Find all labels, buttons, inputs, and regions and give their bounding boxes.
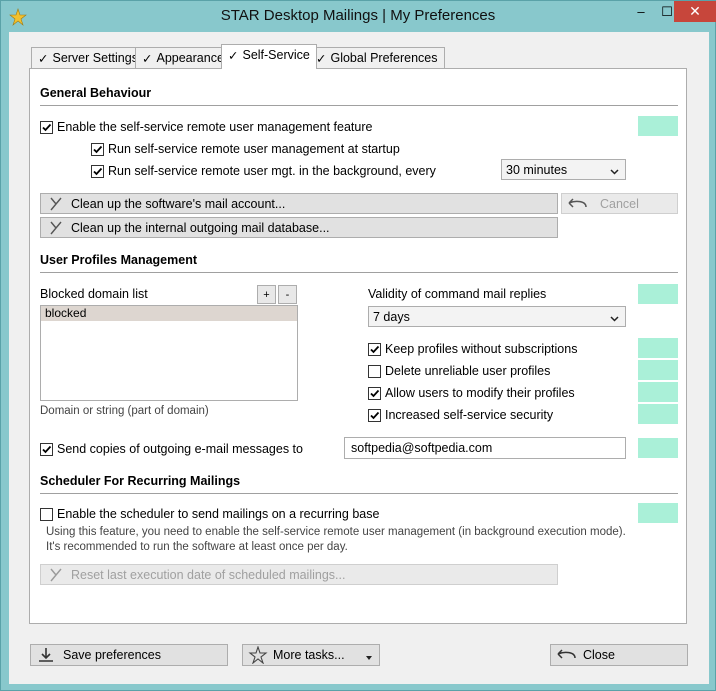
allow-modify-row[interactable]: Allow users to modify their profiles — [368, 386, 575, 400]
tab-server-settings[interactable]: ✓ Server Settings — [31, 47, 145, 68]
cancel-label: Cancel — [600, 196, 639, 211]
increased-security-checkbox[interactable] — [368, 408, 381, 422]
enable-self-service-row[interactable]: Enable the self-service remote user mana… — [40, 120, 372, 134]
run-startup-label: Run self-service remote user management … — [108, 142, 400, 156]
app-window: STAR Desktop Mailings | My Preferences –… — [0, 0, 716, 691]
run-startup-checkbox[interactable] — [91, 142, 104, 156]
chevron-down-icon — [610, 165, 619, 179]
list-item[interactable]: blocked — [41, 306, 297, 321]
scheduler-note: Using this feature, you need to enable t… — [46, 525, 646, 555]
cleanup-mail-account-label: Clean up the software's mail account... — [71, 196, 286, 211]
keep-profiles-checkbox[interactable] — [368, 342, 381, 356]
run-background-row[interactable]: Run self-service remote user mgt. in the… — [91, 164, 436, 178]
scheduler-heading: Scheduler For Recurring Mailings — [40, 474, 241, 488]
close-window-button[interactable]: ✕ — [674, 1, 716, 22]
more-tasks-label: More tasks... — [273, 648, 345, 662]
color-swatch[interactable] — [638, 438, 678, 458]
divider — [40, 105, 678, 106]
check-mark-icon: ✓ — [228, 49, 239, 63]
color-swatch[interactable] — [638, 382, 678, 402]
send-copies-email-field[interactable]: softpedia@softpedia.com — [344, 437, 626, 459]
general-behaviour-heading: General Behaviour — [40, 86, 152, 100]
cleanup-database-label: Clean up the internal outgoing mail data… — [71, 220, 330, 235]
color-swatch[interactable] — [638, 338, 678, 358]
divider — [40, 493, 678, 494]
increased-security-label: Increased self-service security — [385, 408, 554, 422]
delete-profiles-row[interactable]: Delete unreliable user profiles — [368, 364, 550, 378]
minimize-button[interactable]: – — [627, 1, 655, 22]
stars-icon — [247, 646, 269, 664]
validity-label: Validity of command mail replies — [368, 287, 547, 301]
reset-execution-date-label: Reset last execution date of scheduled m… — [71, 567, 346, 582]
delete-profiles-label: Delete unreliable user profiles — [385, 364, 551, 378]
color-swatch[interactable] — [638, 404, 678, 424]
scheduler-note-line: It's recommended to run the software at … — [46, 541, 348, 553]
blocked-domain-label: Blocked domain list — [40, 287, 148, 301]
check-mark-icon: ✓ — [142, 52, 153, 66]
save-download-icon — [35, 646, 57, 664]
chevron-down-icon — [610, 312, 619, 326]
keep-profiles-label: Keep profiles without subscriptions — [385, 342, 578, 356]
delete-profiles-checkbox[interactable] — [368, 364, 381, 378]
interval-select[interactable]: 30 minutes — [501, 159, 626, 180]
enable-scheduler-row[interactable]: Enable the scheduler to send mailings on… — [40, 507, 379, 521]
more-tasks-button[interactable]: More tasks... — [242, 644, 380, 666]
close-button[interactable]: Close — [550, 644, 688, 666]
tab-label: Global Preferences — [330, 51, 438, 65]
run-background-label: Run self-service remote user mgt. in the… — [108, 164, 436, 178]
tab-appearance[interactable]: ✓ Appearance — [135, 47, 231, 68]
self-service-panel: General Behaviour Enable the self-servic… — [29, 68, 687, 624]
profiles-heading: User Profiles Management — [40, 253, 197, 267]
run-startup-row[interactable]: Run self-service remote user management … — [91, 142, 400, 156]
interval-value: 30 minutes — [506, 162, 568, 177]
broom-icon — [45, 220, 67, 236]
tab-label: Self-Service — [242, 48, 310, 62]
tab-self-service[interactable]: ✓ Self-Service — [221, 44, 317, 69]
divider — [40, 272, 678, 273]
undo-arrow-icon — [555, 648, 577, 662]
color-swatch[interactable] — [638, 360, 678, 380]
client-area: ✓ Server Settings ✓ Appearance ✓ Self-Se… — [9, 32, 709, 684]
undo-arrow-icon — [566, 197, 588, 211]
increased-security-row[interactable]: Increased self-service security — [368, 408, 553, 422]
cleanup-database-button[interactable]: Clean up the internal outgoing mail data… — [40, 217, 558, 238]
check-mark-icon: ✓ — [316, 52, 327, 66]
color-swatch[interactable] — [638, 116, 678, 136]
enable-scheduler-checkbox[interactable] — [40, 507, 53, 521]
save-preferences-button[interactable]: Save preferences — [30, 644, 228, 666]
allow-modify-checkbox[interactable] — [368, 386, 381, 400]
caret-down-icon — [365, 651, 373, 665]
validity-value: 7 days — [373, 309, 410, 324]
scheduler-note-line: Using this feature, you need to enable t… — [46, 526, 626, 538]
blocked-domain-list[interactable]: blocked — [40, 305, 298, 401]
validity-select[interactable]: 7 days — [368, 306, 626, 327]
check-mark-icon: ✓ — [38, 52, 49, 66]
send-copies-row[interactable]: Send copies of outgoing e-mail messages … — [40, 442, 303, 456]
enable-self-service-label: Enable the self-service remote user mana… — [57, 120, 373, 134]
reset-execution-date-button[interactable]: Reset last execution date of scheduled m… — [40, 564, 558, 585]
enable-self-service-checkbox[interactable] — [40, 120, 53, 134]
cancel-button[interactable]: Cancel — [561, 193, 678, 214]
tab-label: Server Settings — [52, 51, 138, 65]
color-swatch[interactable] — [638, 503, 678, 523]
allow-modify-label: Allow users to modify their profiles — [385, 386, 575, 400]
blocked-domain-hint: Domain or string (part of domain) — [40, 405, 209, 417]
enable-scheduler-label: Enable the scheduler to send mailings on… — [57, 507, 380, 521]
keep-profiles-row[interactable]: Keep profiles without subscriptions — [368, 342, 577, 356]
remove-domain-button[interactable]: - — [278, 285, 297, 304]
send-copies-checkbox[interactable] — [40, 442, 53, 456]
run-background-checkbox[interactable] — [91, 164, 104, 178]
color-swatch[interactable] — [638, 284, 678, 304]
tab-global-preferences[interactable]: ✓ Global Preferences — [309, 47, 445, 68]
add-domain-button[interactable]: + — [257, 285, 276, 304]
cleanup-mail-account-button[interactable]: Clean up the software's mail account... — [40, 193, 558, 214]
title-bar[interactable]: STAR Desktop Mailings | My Preferences –… — [1, 1, 716, 32]
window-title: STAR Desktop Mailings | My Preferences — [220, 7, 496, 24]
broom-icon — [45, 196, 67, 212]
send-copies-label: Send copies of outgoing e-mail messages … — [57, 442, 303, 456]
close-label: Close — [583, 648, 615, 662]
save-preferences-label: Save preferences — [63, 648, 161, 662]
broom-icon — [45, 567, 67, 583]
tab-label: Appearance — [156, 51, 224, 65]
